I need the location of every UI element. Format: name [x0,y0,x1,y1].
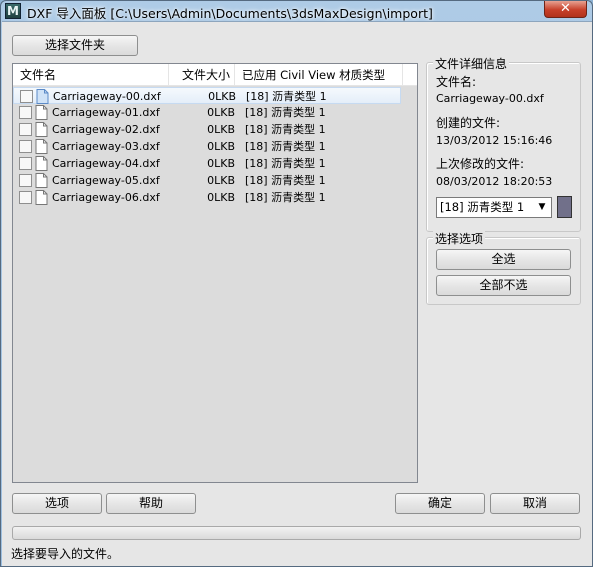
filesize-cell: 0LKB [207,174,235,187]
filename-cell: Carriageway-04.dxf [52,157,160,170]
file-details-title: 文件详细信息 [433,55,510,72]
material-cell: [18] 沥青类型 1 [246,90,327,103]
file-icon [35,173,48,188]
row-checkbox[interactable] [19,140,32,153]
file-list-rows: Carriageway-00.dxf 0LKB [18] 沥青类型 1 Carriag… [13,87,417,206]
filename-cell: Carriageway-02.dxf [52,123,160,136]
file-icon [35,105,48,120]
dialog-body: 选择文件夹 文件名 文件大小 已应用 Civil View 材质类型 Carri… [2,21,592,566]
table-row[interactable]: Carriageway-03.dxf 0LKB [18] 沥青类型 1 [13,138,401,155]
filename-value: Carriageway-00.dxf [436,92,544,105]
select-folder-button[interactable]: 选择文件夹 [12,35,138,56]
selection-options-title: 选择选项 [433,230,486,247]
column-header-material[interactable]: 已应用 Civil View 材质类型 [235,64,403,86]
file-details-group: 文件详细信息 文件名: Carriageway-00.dxf 创建的文件: 13… [426,55,581,232]
close-button[interactable]: ✕ [544,1,587,18]
table-row[interactable]: Carriageway-01.dxf 0LKB [18] 沥青类型 1 [13,104,401,121]
material-color-swatch[interactable] [557,196,572,218]
material-cell: [18] 沥青类型 1 [245,174,326,187]
material-cell: [18] 沥青类型 1 [245,157,326,170]
filename-cell: Carriageway-01.dxf [52,106,160,119]
import-progress-bar [12,526,581,540]
file-icon [35,139,48,154]
filesize-cell: 0LKB [207,157,235,170]
app-icon: M [5,3,21,19]
file-list[interactable]: 文件名 文件大小 已应用 Civil View 材质类型 Carriageway… [12,63,418,483]
filename-cell: Carriageway-06.dxf [52,191,160,204]
cancel-button[interactable]: 取消 [490,493,580,514]
file-icon [36,89,49,104]
row-checkbox[interactable] [19,123,32,136]
filename-label: 文件名: [436,75,477,89]
select-none-button[interactable]: 全部不选 [436,275,571,296]
table-row[interactable]: Carriageway-02.dxf 0LKB [18] 沥青类型 1 [13,121,401,138]
row-checkbox[interactable] [20,90,33,103]
filesize-cell: 0LKB [208,90,236,103]
filesize-cell: 0LKB [207,140,235,153]
filename-cell: Carriageway-00.dxf [53,90,161,103]
window-title: DXF 导入面板 [C:\Users\Admin\Documents\3dsMa… [27,6,433,21]
selection-options-group: 选择选项 全选 全部不选 [426,230,581,305]
table-row[interactable]: Carriageway-06.dxf 0LKB [18] 沥青类型 1 [13,189,401,206]
filesize-cell: 0LKB [207,123,235,136]
select-all-button[interactable]: 全选 [436,249,571,270]
created-label: 创建的文件: [436,116,501,130]
file-icon [35,122,48,137]
status-text: 选择要导入的文件。 [11,547,120,561]
dxf-import-dialog: M DXF 导入面板 [C:\Users\Admin\Documents\3ds… [0,0,593,567]
created-value: 13/03/2012 15:16:46 [436,134,553,147]
material-cell: [18] 沥青类型 1 [245,123,326,136]
file-icon [35,156,48,171]
row-checkbox[interactable] [19,106,32,119]
options-button[interactable]: 选项 [12,493,102,514]
chevron-down-icon: ▼ [538,202,546,212]
material-type-select[interactable]: [18] 沥青类型 1 ▼ [436,197,552,218]
column-header-filename[interactable]: 文件名 [13,64,169,86]
material-cell: [18] 沥青类型 1 [245,191,326,204]
filesize-cell: 0LKB [207,191,235,204]
table-row[interactable]: Carriageway-00.dxf 0LKB [18] 沥青类型 1 [13,87,401,104]
table-row[interactable]: Carriageway-04.dxf 0LKB [18] 沥青类型 1 [13,155,401,172]
material-cell: [18] 沥青类型 1 [245,106,326,119]
help-button[interactable]: 帮助 [106,493,196,514]
material-type-value: [18] 沥青类型 1 [440,200,525,214]
title-bar[interactable]: M DXF 导入面板 [C:\Users\Admin\Documents\3ds… [1,1,592,21]
table-row[interactable]: Carriageway-05.dxf 0LKB [18] 沥青类型 1 [13,172,401,189]
material-cell: [18] 沥青类型 1 [245,140,326,153]
row-checkbox[interactable] [19,174,32,187]
modified-label: 上次修改的文件: [436,157,525,171]
column-header-filesize[interactable]: 文件大小 [169,64,235,86]
file-icon [35,190,48,205]
file-list-header: 文件名 文件大小 已应用 Civil View 材质类型 [13,64,417,86]
filename-cell: Carriageway-03.dxf [52,140,160,153]
row-checkbox[interactable] [19,157,32,170]
filesize-cell: 0LKB [207,106,235,119]
row-checkbox[interactable] [19,191,32,204]
ok-button[interactable]: 确定 [395,493,485,514]
modified-value: 08/03/2012 18:20:53 [436,175,553,188]
filename-cell: Carriageway-05.dxf [52,174,160,187]
